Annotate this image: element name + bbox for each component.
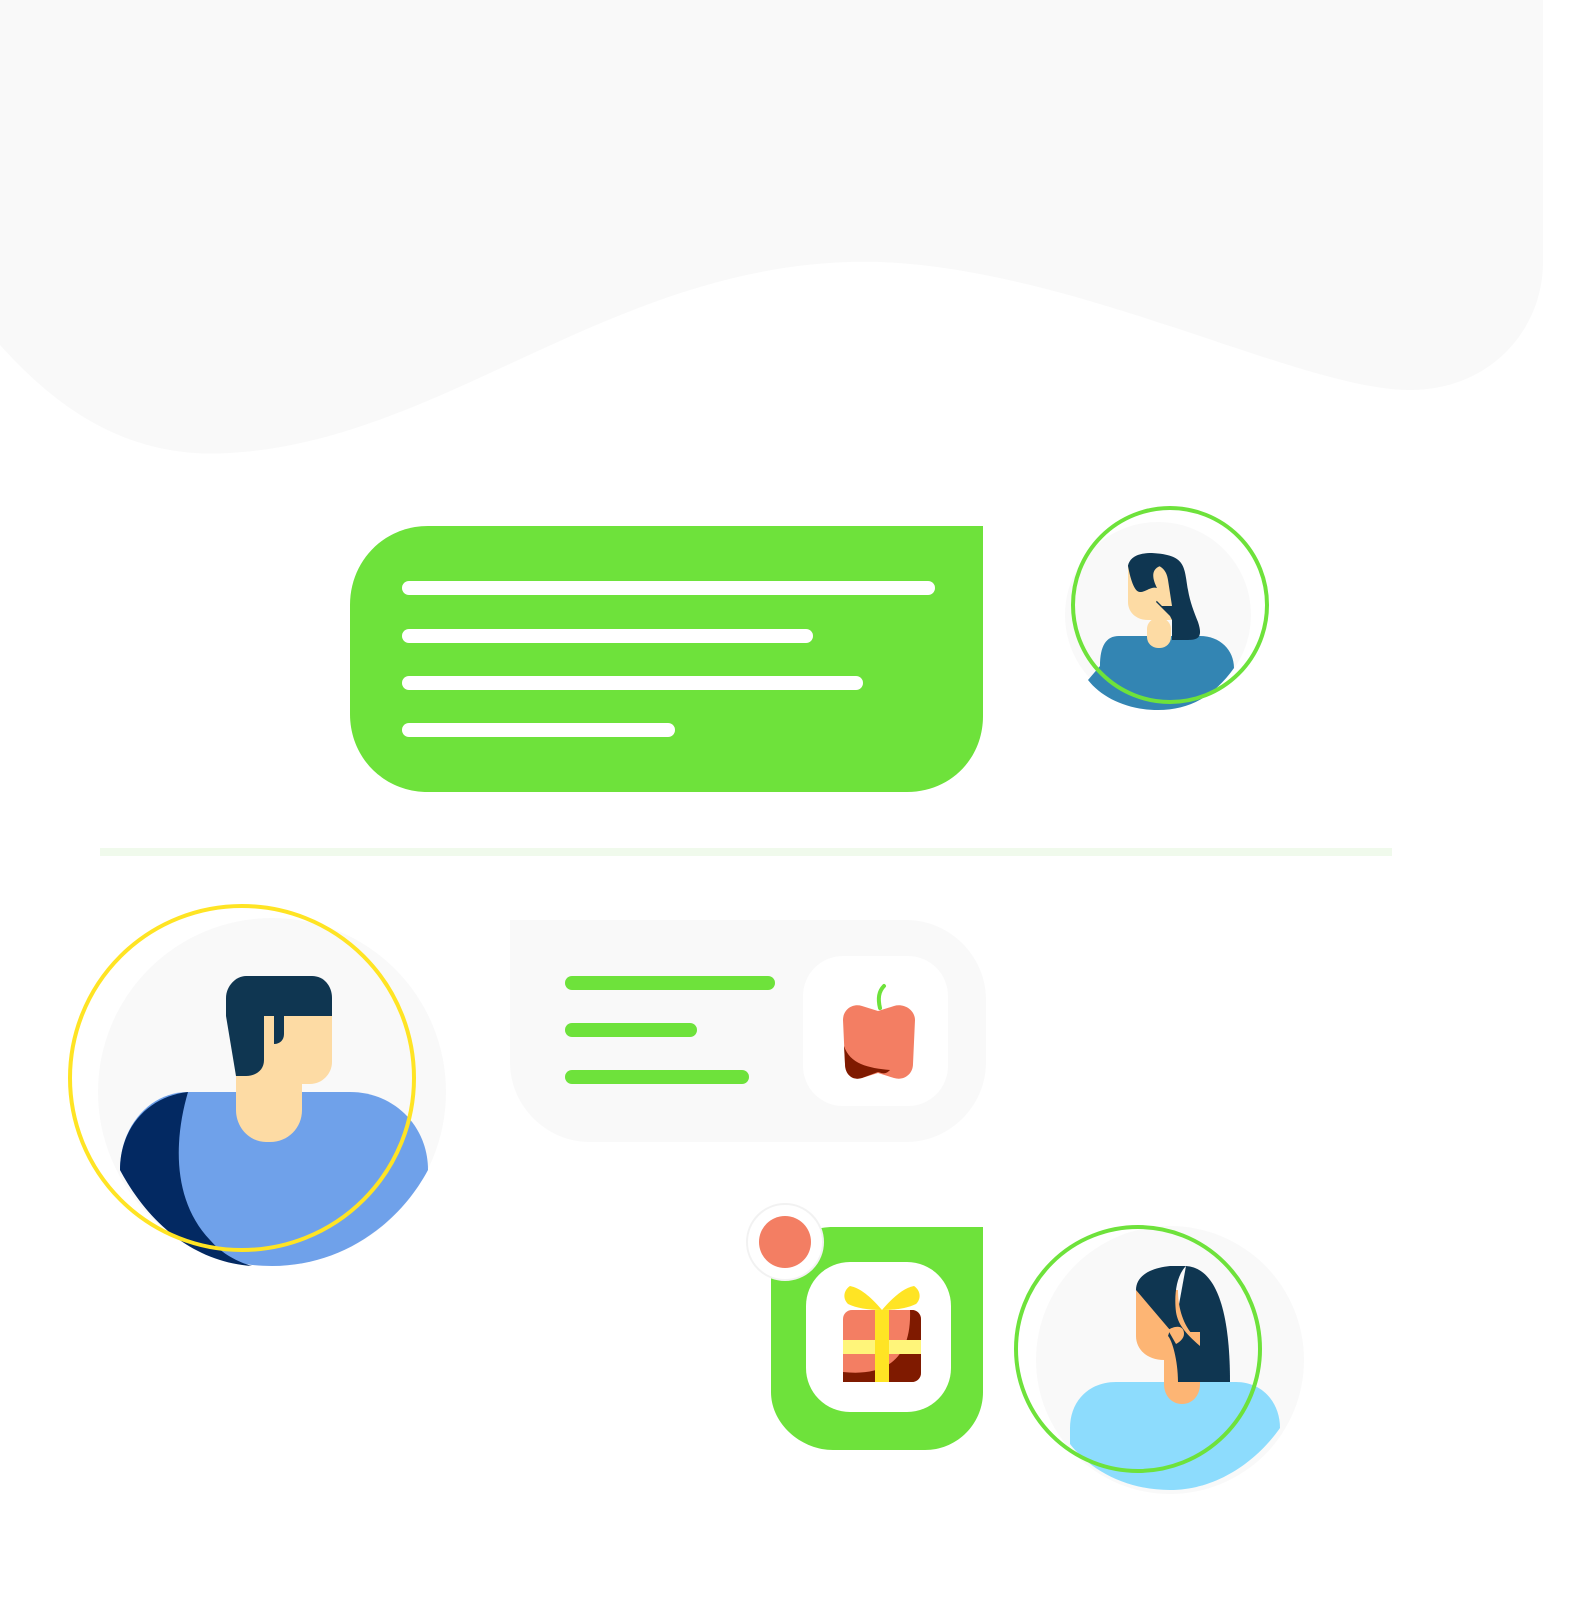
wave-background — [0, 0, 1543, 454]
received-message-bubble — [510, 920, 986, 1142]
chat-illustration — [0, 0, 1571, 1597]
illustration-canvas — [0, 0, 1543, 1494]
man-avatar-icon — [98, 918, 446, 1266]
notification-dot-icon — [746, 1203, 824, 1281]
woman-avatar-icon — [1065, 522, 1251, 710]
divider-line — [100, 848, 1392, 856]
sent-message-bubble — [350, 526, 983, 792]
